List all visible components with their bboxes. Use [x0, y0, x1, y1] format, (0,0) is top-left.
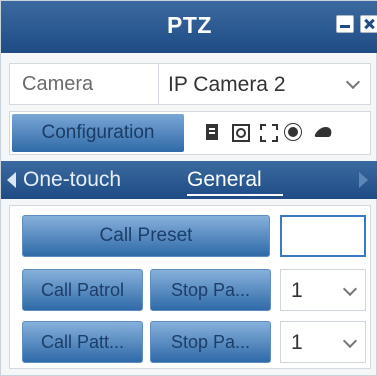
ptz-panel: PTZ Camera IP Camera 2 Configuration One… — [0, 0, 377, 376]
chevron-down-icon — [342, 281, 358, 297]
configuration-button[interactable]: Configuration — [12, 114, 184, 152]
general-actions: Call Preset Call Patrol Stop Pa... 1 Cal… — [9, 205, 371, 369]
call-patrol-button[interactable]: Call Patrol — [22, 269, 143, 311]
active-tab-indicator — [187, 194, 283, 196]
stop-pattern-button[interactable]: Stop Pa... — [150, 321, 271, 363]
camera-select[interactable]: IP Camera 2 — [168, 71, 364, 99]
tab-bar: One-touch General — [1, 161, 377, 199]
chevron-down-icon — [345, 74, 361, 90]
patrol-select-value: 1 — [291, 279, 303, 302]
title-bar: PTZ — [1, 1, 377, 53]
focus-icon[interactable] — [260, 124, 278, 142]
divider — [158, 64, 159, 104]
tab-general[interactable]: General — [187, 168, 262, 192]
stop-patrol-button[interactable]: Stop Pa... — [150, 269, 271, 311]
chevron-down-icon — [342, 333, 358, 349]
call-pattern-button[interactable]: Call Patt... — [22, 321, 143, 363]
camera-row: Camera IP Camera 2 — [9, 63, 371, 105]
tab-scroll-left-icon[interactable] — [7, 172, 16, 188]
wiper-icon[interactable] — [314, 127, 334, 137]
close-button[interactable] — [360, 15, 377, 33]
minimize-button[interactable] — [336, 15, 354, 33]
preset-number-input[interactable] — [280, 215, 366, 257]
patrol-select[interactable]: 1 — [280, 269, 366, 311]
tab-scroll-right-icon[interactable] — [359, 172, 368, 188]
tab-one-touch[interactable]: One-touch — [23, 168, 121, 192]
pattern-select[interactable]: 1 — [280, 321, 366, 363]
zoom-icon[interactable] — [232, 124, 250, 142]
preset-list-icon[interactable] — [206, 124, 218, 140]
camera-label: Camera — [22, 73, 94, 95]
camera-select-value: IP Camera 2 — [168, 73, 286, 96]
light-icon[interactable] — [288, 127, 298, 137]
ptz-toolbar: Configuration — [9, 111, 371, 155]
call-preset-button[interactable]: Call Preset — [22, 215, 270, 257]
pattern-select-value: 1 — [291, 331, 303, 354]
window-title: PTZ — [167, 12, 212, 38]
